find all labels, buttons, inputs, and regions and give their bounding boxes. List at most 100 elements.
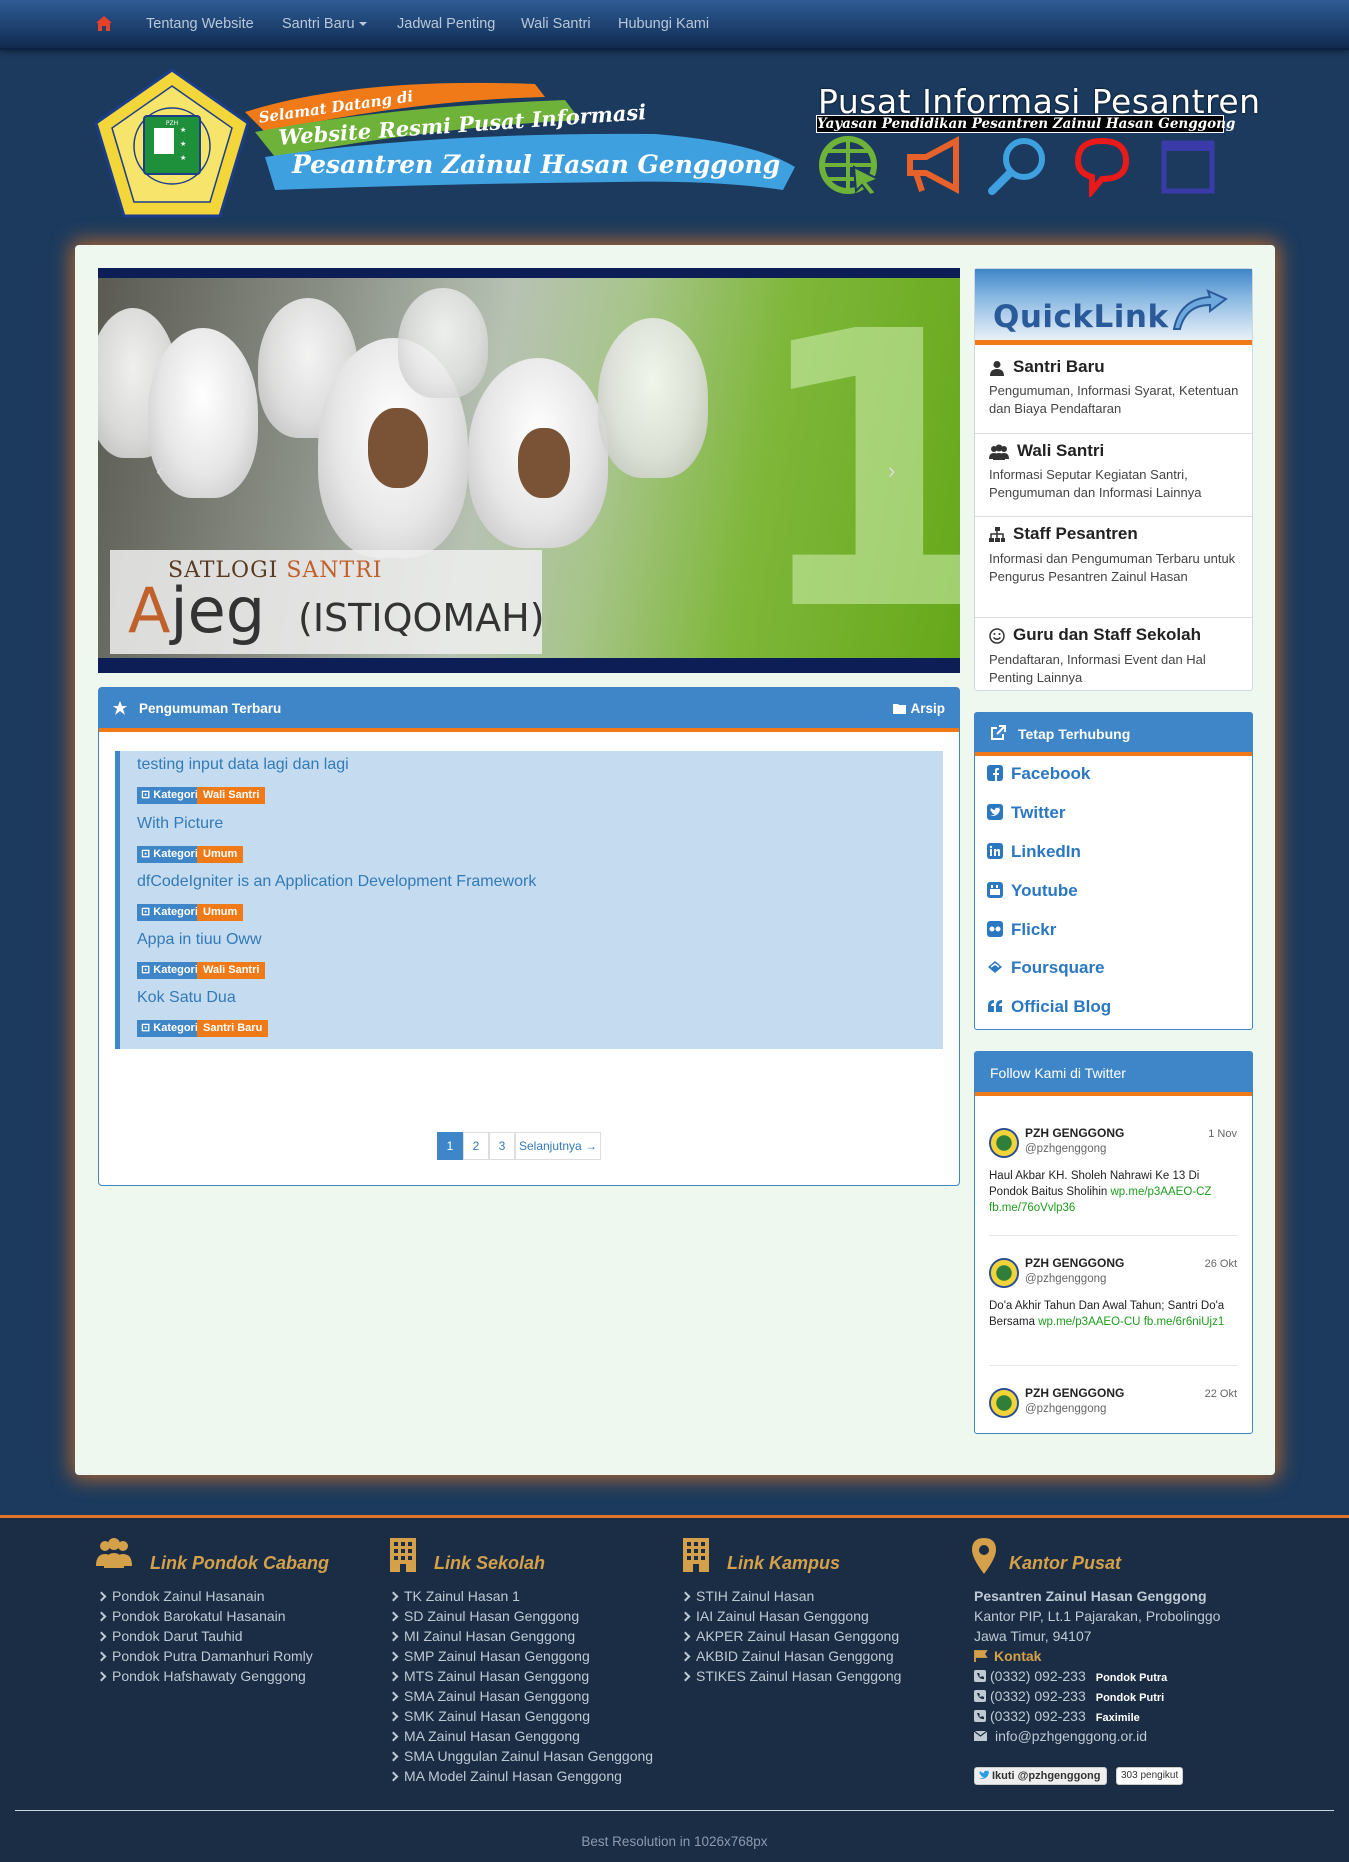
quicklink-santri-baru[interactable]: Santri Baru Pengumuman, Informasi Syarat… [975, 350, 1252, 434]
tweet[interactable]: PZH GENGGONG @pzhgenggong 26 Okt Do'a Ak… [989, 1256, 1237, 1366]
quicklink-staff-pesantren[interactable]: Staff Pesantren Informasi dan Pengumuman… [975, 517, 1252, 618]
footer-link-label: IAI Zainul Hasan Genggong [696, 1608, 869, 1624]
footer-link[interactable]: SD Zainul Hasan Genggong [388, 1608, 579, 1624]
announcement-title[interactable]: testing input data lagi dan lagi [137, 756, 349, 774]
search-icon[interactable] [986, 135, 1052, 197]
phone-number[interactable]: (0332) 092-233 [990, 1688, 1086, 1704]
footer-link[interactable]: SMP Zainul Hasan Genggong [388, 1648, 590, 1664]
category-badge[interactable]: Wali Santri [197, 787, 266, 804]
foursquare-icon [988, 961, 1002, 973]
facebook-link[interactable]: Facebook [987, 764, 1090, 788]
announcement-item[interactable]: dfCodeIgniter is an Application Developm… [115, 868, 943, 933]
announcements-panel: Pengumuman Terbaru Arsip testing input d… [98, 687, 960, 1186]
avatar[interactable] [989, 1388, 1019, 1418]
announcement-title[interactable]: Appa in tiuu Oww [137, 931, 262, 949]
nav-wali-santri[interactable]: Wali Santri [521, 16, 591, 32]
footer-link[interactable]: SMK Zainul Hasan Genggong [388, 1708, 590, 1724]
footer-link[interactable]: AKPER Zainul Hasan Genggong [680, 1628, 899, 1644]
footer-link[interactable]: TK Zainul Hasan 1 [388, 1588, 520, 1604]
twitter-feed-title: Follow Kami di Twitter [990, 1065, 1126, 1081]
twitter-follow-button[interactable]: Ikuti @pzhgenggong [974, 1767, 1107, 1785]
footer-link[interactable]: MA Model Zainul Hasan Genggong [388, 1768, 622, 1784]
calendar-icon[interactable] [1154, 135, 1220, 197]
tweet-link[interactable]: wp.me/p3AAEO-CU [1038, 1316, 1140, 1328]
chevron-right-icon [96, 1591, 107, 1602]
chevron-right-icon [388, 1591, 399, 1602]
tweet-date[interactable]: 1 Nov [1208, 1128, 1237, 1140]
official-blog-link[interactable]: Official Blog [987, 997, 1111, 1021]
pagination-page-2[interactable]: 2 [463, 1132, 489, 1160]
tweet-author[interactable]: PZH GENGGONG [1025, 1256, 1124, 1270]
footer-link[interactable]: MTS Zainul Hasan Genggong [388, 1668, 589, 1684]
tweet-handle[interactable]: @pzhgenggong [1025, 1273, 1106, 1285]
footer-link[interactable]: STIKES Zainul Hasan Genggong [680, 1668, 901, 1684]
slider-next-button[interactable]: › [888, 458, 895, 484]
archive-label: Arsip [910, 701, 945, 716]
footer-link[interactable]: Pondok Barokatul Hasanain [96, 1608, 286, 1624]
email-address[interactable]: info@pzhgenggong.or.id [995, 1728, 1147, 1744]
footer-link[interactable]: SMA Zainul Hasan Genggong [388, 1688, 589, 1704]
home-icon[interactable] [95, 15, 113, 33]
avatar[interactable] [989, 1128, 1019, 1158]
tweet-link[interactable]: wp.me/p3AAEO-CZ [1110, 1186, 1211, 1198]
footer-link[interactable]: MA Zainul Hasan Genggong [388, 1728, 580, 1744]
footer-kantor-title: Kantor Pusat [1009, 1553, 1122, 1573]
quicklink-wali-santri[interactable]: Wali Santri Informasi Seputar Kegiatan S… [975, 434, 1252, 517]
nav-santri-baru[interactable]: Santri Baru [282, 16, 367, 32]
announcement-title[interactable]: With Picture [137, 815, 223, 833]
youtube-link[interactable]: Youtube [987, 881, 1078, 905]
megaphone-icon[interactable] [902, 135, 968, 197]
tweet[interactable]: PZH GENGGONG @pzhgenggong 22 Okt [989, 1386, 1237, 1426]
category-badge[interactable]: Wali Santri [197, 962, 266, 979]
announcement-item[interactable]: testing input data lagi dan lagi ⊡ Kateg… [115, 751, 943, 816]
caption-ajeg: Ajeg [128, 574, 265, 647]
avatar[interactable] [989, 1258, 1019, 1288]
footer-link[interactable]: Pondok Zainul Hasanain [96, 1588, 265, 1604]
footer-link[interactable]: MI Zainul Hasan Genggong [388, 1628, 575, 1644]
chat-icon[interactable] [1070, 135, 1136, 197]
nav-tentang-website[interactable]: Tentang Website [146, 16, 254, 32]
announcement-item[interactable]: Kok Satu Dua ⊡ Kategori Santri Baru [115, 984, 943, 1049]
footer-link[interactable]: Pondok Putra Damanhuri Romly [96, 1648, 313, 1664]
category-badge[interactable]: Umum [197, 846, 244, 863]
announcement-item[interactable]: Appa in tiuu Oww ⊡ Kategori Wali Santri [115, 926, 943, 991]
pesantren-seal-logo[interactable]: ★ ★ ★ PZH [92, 68, 252, 220]
tweet[interactable]: PZH GENGGONG @pzhgenggong 1 Nov Haul Akb… [989, 1126, 1237, 1236]
tweet-handle[interactable]: @pzhgenggong [1025, 1403, 1106, 1415]
flag-icon [974, 1650, 988, 1662]
tweet-link[interactable]: fb.me/6r6niUjz1 [1144, 1316, 1225, 1328]
footer-link[interactable]: STIH Zainul Hasan [680, 1588, 814, 1604]
nav-hubungi-kami[interactable]: Hubungi Kami [618, 16, 709, 32]
archive-link[interactable]: Arsip [893, 701, 945, 716]
tweet-author[interactable]: PZH GENGGONG [1025, 1126, 1124, 1140]
footer-link[interactable]: AKBID Zainul Hasan Genggong [680, 1648, 894, 1664]
fax-number[interactable]: (0332) 092-233 [990, 1708, 1086, 1724]
footer-link[interactable]: Pondok Hafshawaty Genggong [96, 1668, 306, 1684]
pagination-page-3[interactable]: 3 [489, 1132, 515, 1160]
quicklink-guru-staff[interactable]: Guru dan Staff Sekolah Pendaftaran, Info… [975, 618, 1252, 690]
globe-icon[interactable] [818, 135, 884, 197]
footer-link[interactable]: IAI Zainul Hasan Genggong [680, 1608, 869, 1624]
twitter-link[interactable]: Twitter [987, 803, 1065, 827]
pagination-next[interactable]: Selanjutnya → [515, 1132, 601, 1160]
announcement-title[interactable]: Kok Satu Dua [137, 989, 236, 1007]
category-badge[interactable]: Umum [197, 904, 244, 921]
flickr-link[interactable]: Flickr [987, 920, 1056, 944]
linkedin-link[interactable]: LinkedIn [987, 842, 1081, 866]
announcement-title[interactable]: dfCodeIgniter is an Application Developm… [137, 873, 536, 891]
pagination-page-1[interactable]: 1 [437, 1132, 463, 1160]
tweet-link[interactable]: fb.me/76oVvlp36 [989, 1202, 1075, 1214]
foursquare-link[interactable]: Foursquare [987, 958, 1105, 982]
slider-prev-button[interactable]: ‹ [156, 458, 163, 484]
footer-link[interactable]: SMA Unggulan Zainul Hasan Genggong [388, 1748, 653, 1764]
tweet-author[interactable]: PZH GENGGONG [1025, 1386, 1124, 1400]
category-badge[interactable]: Santri Baru [197, 1020, 269, 1037]
footer-link[interactable]: Pondok Darut Tauhid [96, 1628, 243, 1644]
bookmark-icon: ⊡ [141, 964, 154, 976]
tweet-date[interactable]: 26 Okt [1205, 1258, 1237, 1270]
nav-jadwal-penting[interactable]: Jadwal Penting [397, 16, 495, 32]
phone-number[interactable]: (0332) 092-233 [990, 1668, 1086, 1684]
tweet-date[interactable]: 22 Okt [1205, 1388, 1237, 1400]
tweet-handle[interactable]: @pzhgenggong [1025, 1143, 1106, 1155]
announcement-item[interactable]: With Picture ⊡ Kategori Umum [115, 810, 943, 875]
